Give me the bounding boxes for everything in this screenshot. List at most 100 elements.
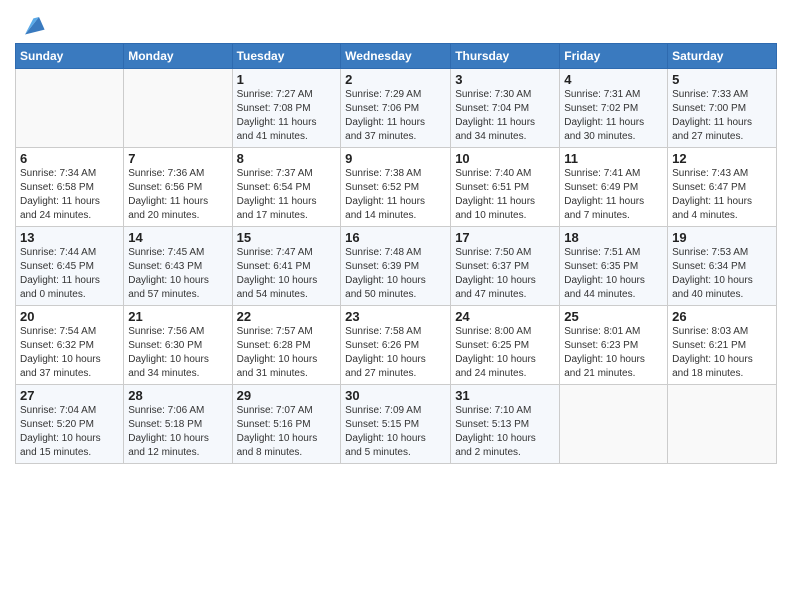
day-number: 6 bbox=[20, 151, 119, 166]
day-info: Sunrise: 7:29 AM Sunset: 7:06 PM Dayligh… bbox=[345, 88, 446, 144]
day-number: 21 bbox=[128, 309, 227, 324]
calendar-day-14: 14Sunrise: 7:45 AM Sunset: 6:43 PM Dayli… bbox=[124, 227, 232, 306]
calendar-empty-cell bbox=[124, 69, 232, 148]
day-info: Sunrise: 7:47 AM Sunset: 6:41 PM Dayligh… bbox=[237, 246, 337, 302]
day-number: 10 bbox=[455, 151, 555, 166]
calendar-day-21: 21Sunrise: 7:56 AM Sunset: 6:30 PM Dayli… bbox=[124, 306, 232, 385]
day-info: Sunrise: 7:50 AM Sunset: 6:37 PM Dayligh… bbox=[455, 246, 555, 302]
day-number: 3 bbox=[455, 72, 555, 87]
day-info: Sunrise: 7:53 AM Sunset: 6:34 PM Dayligh… bbox=[672, 246, 772, 302]
day-info: Sunrise: 7:37 AM Sunset: 6:54 PM Dayligh… bbox=[237, 167, 337, 223]
day-number: 12 bbox=[672, 151, 772, 166]
logo-icon bbox=[18, 10, 46, 38]
weekday-header-wednesday: Wednesday bbox=[341, 44, 451, 69]
day-number: 19 bbox=[672, 230, 772, 245]
calendar-day-27: 27Sunrise: 7:04 AM Sunset: 5:20 PM Dayli… bbox=[16, 385, 124, 464]
day-info: Sunrise: 7:10 AM Sunset: 5:13 PM Dayligh… bbox=[455, 404, 555, 460]
day-info: Sunrise: 7:07 AM Sunset: 5:16 PM Dayligh… bbox=[237, 404, 337, 460]
calendar-week-row: 20Sunrise: 7:54 AM Sunset: 6:32 PM Dayli… bbox=[16, 306, 777, 385]
day-number: 4 bbox=[564, 72, 663, 87]
calendar-day-8: 8Sunrise: 7:37 AM Sunset: 6:54 PM Daylig… bbox=[232, 148, 341, 227]
day-info: Sunrise: 7:43 AM Sunset: 6:47 PM Dayligh… bbox=[672, 167, 772, 223]
calendar-day-15: 15Sunrise: 7:47 AM Sunset: 6:41 PM Dayli… bbox=[232, 227, 341, 306]
day-info: Sunrise: 7:04 AM Sunset: 5:20 PM Dayligh… bbox=[20, 404, 119, 460]
day-info: Sunrise: 7:40 AM Sunset: 6:51 PM Dayligh… bbox=[455, 167, 555, 223]
day-number: 20 bbox=[20, 309, 119, 324]
calendar-day-7: 7Sunrise: 7:36 AM Sunset: 6:56 PM Daylig… bbox=[124, 148, 232, 227]
calendar-empty-cell bbox=[560, 385, 668, 464]
day-number: 7 bbox=[128, 151, 227, 166]
day-number: 30 bbox=[345, 388, 446, 403]
day-number: 26 bbox=[672, 309, 772, 324]
day-number: 5 bbox=[672, 72, 772, 87]
day-info: Sunrise: 7:27 AM Sunset: 7:08 PM Dayligh… bbox=[237, 88, 337, 144]
calendar-day-16: 16Sunrise: 7:48 AM Sunset: 6:39 PM Dayli… bbox=[341, 227, 451, 306]
day-number: 16 bbox=[345, 230, 446, 245]
day-number: 15 bbox=[237, 230, 337, 245]
day-info: Sunrise: 7:34 AM Sunset: 6:58 PM Dayligh… bbox=[20, 167, 119, 223]
calendar-empty-cell bbox=[668, 385, 777, 464]
page-header bbox=[15, 10, 777, 38]
day-info: Sunrise: 8:03 AM Sunset: 6:21 PM Dayligh… bbox=[672, 325, 772, 381]
calendar-table: SundayMondayTuesdayWednesdayThursdayFrid… bbox=[15, 43, 777, 464]
calendar-day-4: 4Sunrise: 7:31 AM Sunset: 7:02 PM Daylig… bbox=[560, 69, 668, 148]
day-info: Sunrise: 7:44 AM Sunset: 6:45 PM Dayligh… bbox=[20, 246, 119, 302]
calendar-week-row: 1Sunrise: 7:27 AM Sunset: 7:08 PM Daylig… bbox=[16, 69, 777, 148]
calendar-day-23: 23Sunrise: 7:58 AM Sunset: 6:26 PM Dayli… bbox=[341, 306, 451, 385]
calendar-day-22: 22Sunrise: 7:57 AM Sunset: 6:28 PM Dayli… bbox=[232, 306, 341, 385]
day-info: Sunrise: 7:06 AM Sunset: 5:18 PM Dayligh… bbox=[128, 404, 227, 460]
calendar-day-2: 2Sunrise: 7:29 AM Sunset: 7:06 PM Daylig… bbox=[341, 69, 451, 148]
day-info: Sunrise: 7:30 AM Sunset: 7:04 PM Dayligh… bbox=[455, 88, 555, 144]
day-info: Sunrise: 7:31 AM Sunset: 7:02 PM Dayligh… bbox=[564, 88, 663, 144]
calendar-day-24: 24Sunrise: 8:00 AM Sunset: 6:25 PM Dayli… bbox=[451, 306, 560, 385]
calendar-day-10: 10Sunrise: 7:40 AM Sunset: 6:51 PM Dayli… bbox=[451, 148, 560, 227]
calendar-day-1: 1Sunrise: 7:27 AM Sunset: 7:08 PM Daylig… bbox=[232, 69, 341, 148]
calendar-day-3: 3Sunrise: 7:30 AM Sunset: 7:04 PM Daylig… bbox=[451, 69, 560, 148]
calendar-day-17: 17Sunrise: 7:50 AM Sunset: 6:37 PM Dayli… bbox=[451, 227, 560, 306]
day-info: Sunrise: 7:36 AM Sunset: 6:56 PM Dayligh… bbox=[128, 167, 227, 223]
weekday-header-sunday: Sunday bbox=[16, 44, 124, 69]
calendar-day-9: 9Sunrise: 7:38 AM Sunset: 6:52 PM Daylig… bbox=[341, 148, 451, 227]
calendar-day-29: 29Sunrise: 7:07 AM Sunset: 5:16 PM Dayli… bbox=[232, 385, 341, 464]
calendar-empty-cell bbox=[16, 69, 124, 148]
day-number: 11 bbox=[564, 151, 663, 166]
day-number: 23 bbox=[345, 309, 446, 324]
calendar-day-19: 19Sunrise: 7:53 AM Sunset: 6:34 PM Dayli… bbox=[668, 227, 777, 306]
day-info: Sunrise: 7:51 AM Sunset: 6:35 PM Dayligh… bbox=[564, 246, 663, 302]
calendar-day-18: 18Sunrise: 7:51 AM Sunset: 6:35 PM Dayli… bbox=[560, 227, 668, 306]
day-number: 29 bbox=[237, 388, 337, 403]
day-info: Sunrise: 7:41 AM Sunset: 6:49 PM Dayligh… bbox=[564, 167, 663, 223]
day-info: Sunrise: 7:58 AM Sunset: 6:26 PM Dayligh… bbox=[345, 325, 446, 381]
calendar-day-31: 31Sunrise: 7:10 AM Sunset: 5:13 PM Dayli… bbox=[451, 385, 560, 464]
day-info: Sunrise: 7:38 AM Sunset: 6:52 PM Dayligh… bbox=[345, 167, 446, 223]
day-number: 18 bbox=[564, 230, 663, 245]
day-number: 1 bbox=[237, 72, 337, 87]
calendar-day-28: 28Sunrise: 7:06 AM Sunset: 5:18 PM Dayli… bbox=[124, 385, 232, 464]
day-number: 9 bbox=[345, 151, 446, 166]
calendar-week-row: 27Sunrise: 7:04 AM Sunset: 5:20 PM Dayli… bbox=[16, 385, 777, 464]
day-info: Sunrise: 7:56 AM Sunset: 6:30 PM Dayligh… bbox=[128, 325, 227, 381]
day-number: 31 bbox=[455, 388, 555, 403]
day-info: Sunrise: 7:48 AM Sunset: 6:39 PM Dayligh… bbox=[345, 246, 446, 302]
calendar-day-30: 30Sunrise: 7:09 AM Sunset: 5:15 PM Dayli… bbox=[341, 385, 451, 464]
weekday-header-thursday: Thursday bbox=[451, 44, 560, 69]
weekday-header-friday: Friday bbox=[560, 44, 668, 69]
calendar-day-12: 12Sunrise: 7:43 AM Sunset: 6:47 PM Dayli… bbox=[668, 148, 777, 227]
calendar-day-26: 26Sunrise: 8:03 AM Sunset: 6:21 PM Dayli… bbox=[668, 306, 777, 385]
calendar-week-row: 6Sunrise: 7:34 AM Sunset: 6:58 PM Daylig… bbox=[16, 148, 777, 227]
day-info: Sunrise: 7:09 AM Sunset: 5:15 PM Dayligh… bbox=[345, 404, 446, 460]
weekday-header-saturday: Saturday bbox=[668, 44, 777, 69]
day-info: Sunrise: 7:54 AM Sunset: 6:32 PM Dayligh… bbox=[20, 325, 119, 381]
weekday-header-monday: Monday bbox=[124, 44, 232, 69]
day-number: 8 bbox=[237, 151, 337, 166]
day-number: 13 bbox=[20, 230, 119, 245]
weekday-header-tuesday: Tuesday bbox=[232, 44, 341, 69]
calendar-header-row: SundayMondayTuesdayWednesdayThursdayFrid… bbox=[16, 44, 777, 69]
day-info: Sunrise: 8:00 AM Sunset: 6:25 PM Dayligh… bbox=[455, 325, 555, 381]
logo bbox=[15, 10, 46, 38]
calendar-day-11: 11Sunrise: 7:41 AM Sunset: 6:49 PM Dayli… bbox=[560, 148, 668, 227]
day-number: 14 bbox=[128, 230, 227, 245]
day-number: 17 bbox=[455, 230, 555, 245]
day-number: 28 bbox=[128, 388, 227, 403]
day-info: Sunrise: 7:45 AM Sunset: 6:43 PM Dayligh… bbox=[128, 246, 227, 302]
